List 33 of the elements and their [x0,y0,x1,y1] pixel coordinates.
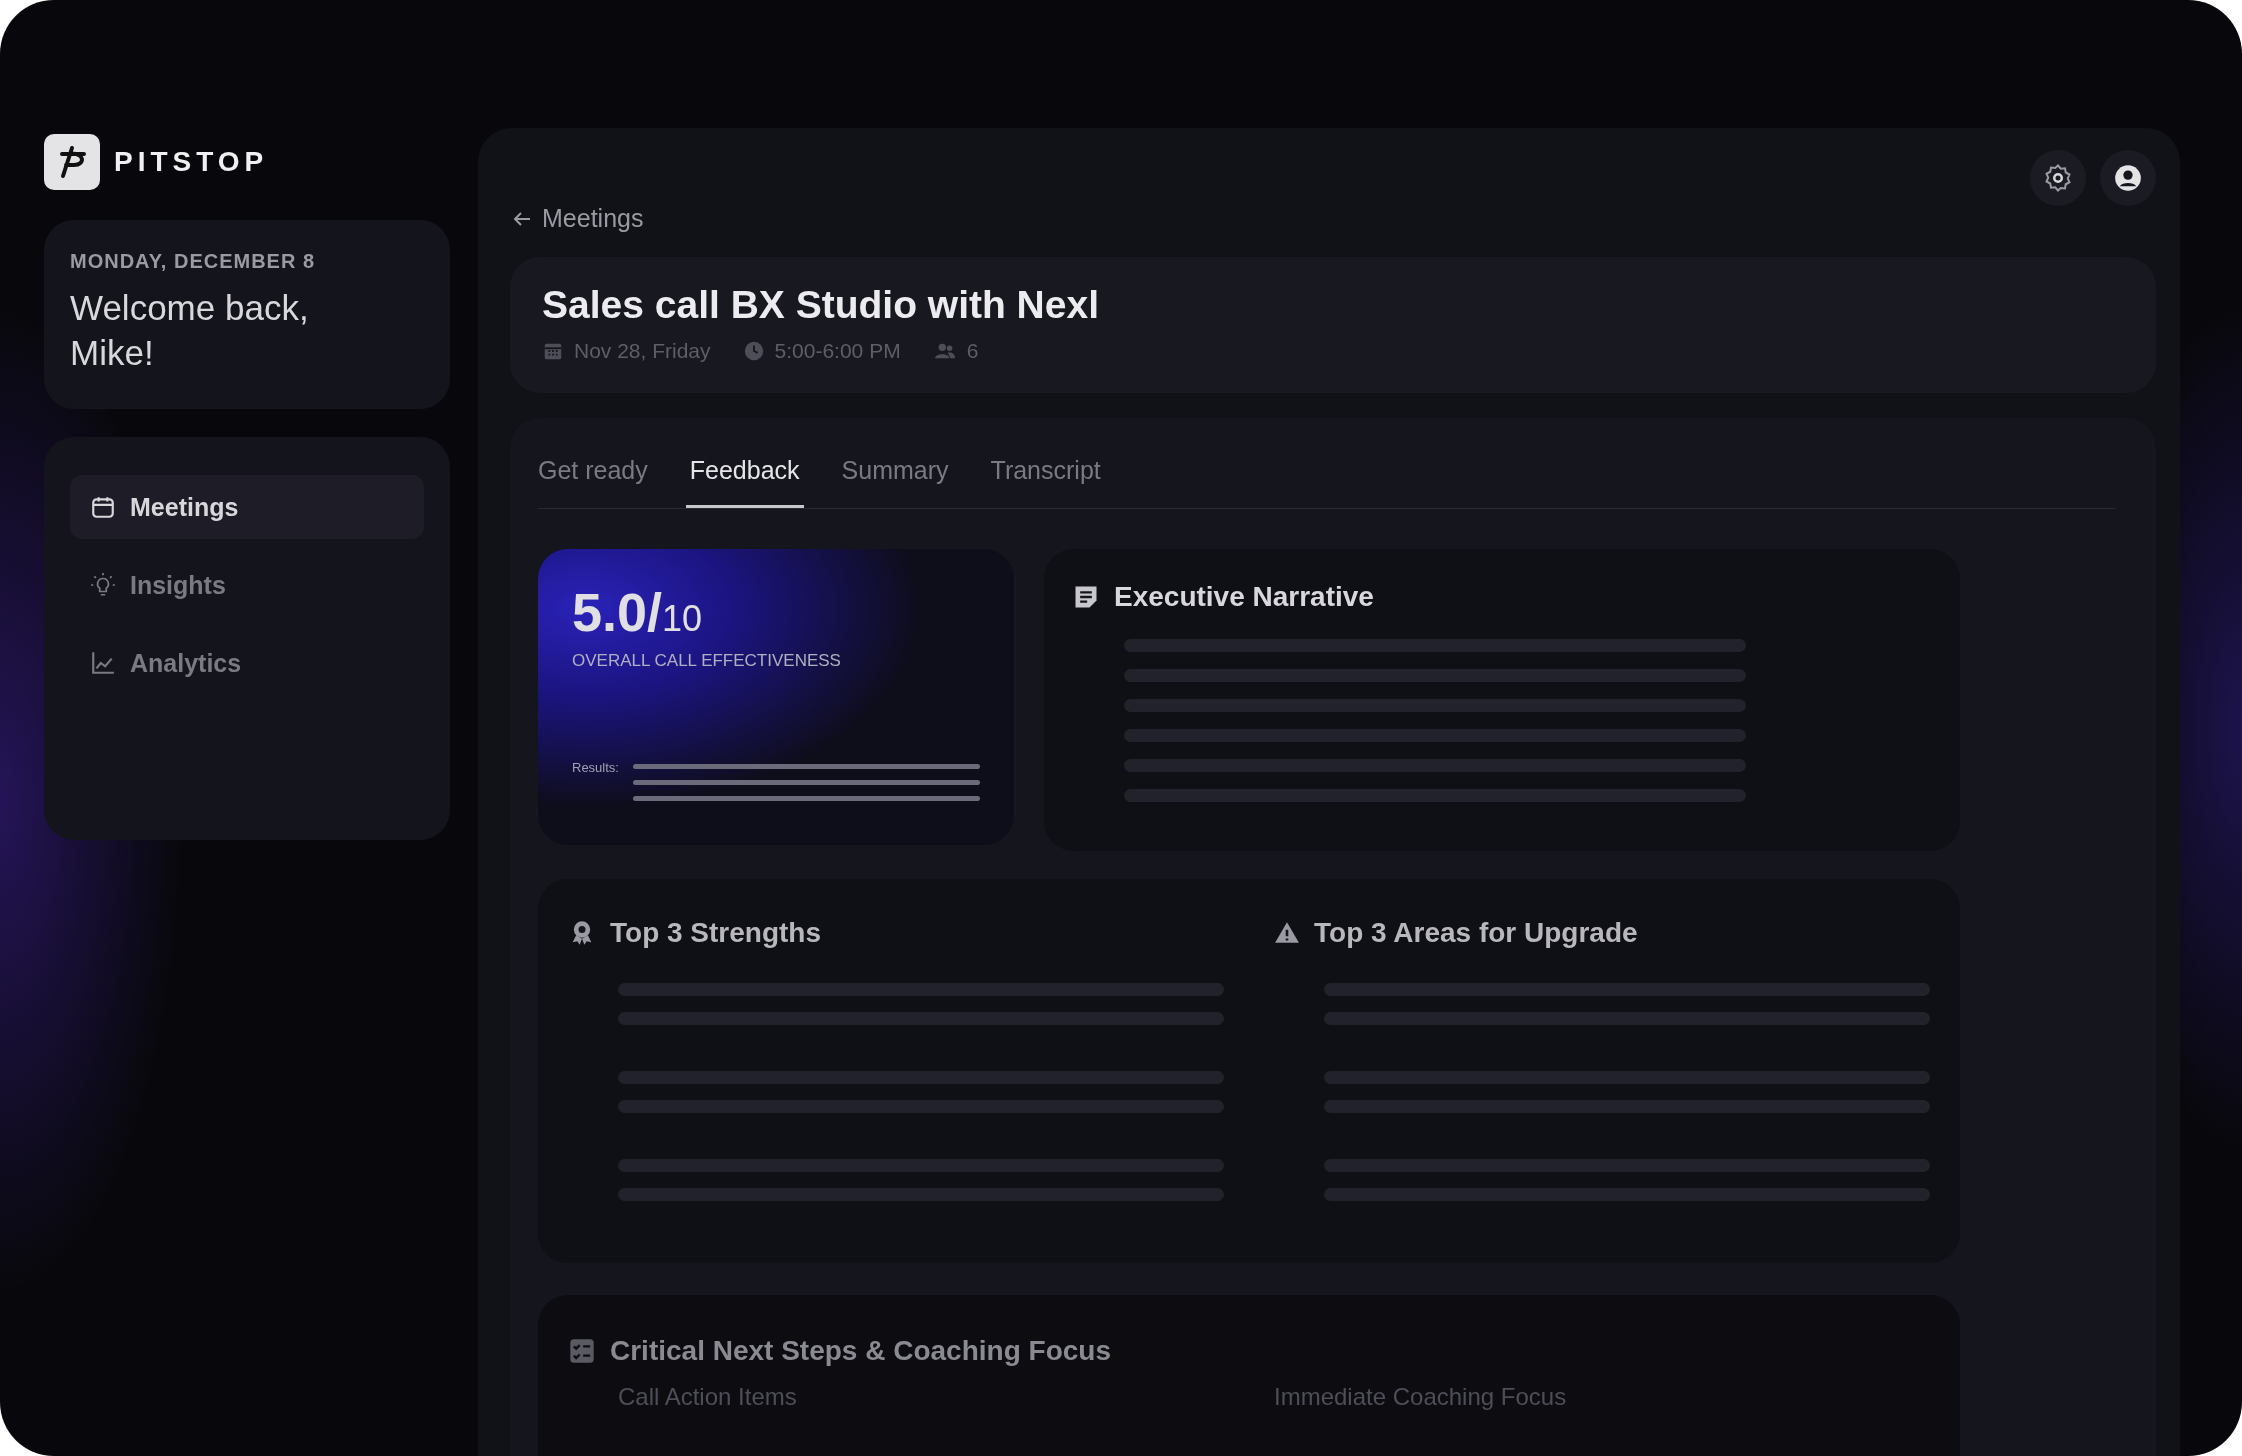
brand-name: PITSTOP [114,146,269,178]
calendar-icon [90,494,116,520]
user-icon [2114,164,2142,192]
section-title: Executive Narrative [1114,581,1374,613]
nav-item[interactable]: Meetings [70,475,424,539]
back-link[interactable]: Meetings [510,204,644,233]
clock-icon [742,340,765,362]
results-label: Results: [572,760,619,777]
section-title: Critical Next Steps & Coaching Focus [610,1335,1111,1367]
meeting-time: 5:00-6:00 PM [774,339,901,363]
tab[interactable]: Transcript [990,456,1101,508]
date-label: MONDAY, DECEMBER 8 [70,250,317,273]
logo-icon [44,134,100,190]
score-value: 5.0/10 [572,585,704,639]
checklist-icon [568,1337,596,1365]
nav-item[interactable]: Analytics [70,631,424,695]
attendee-count: 6 [966,339,979,363]
warning-icon [1274,920,1300,946]
score-label: OVERALL CALL EFFECTIVENESS [572,651,842,671]
column-heading: Call Action Items [618,1383,798,1411]
meeting-title: Sales call BX Studio with Nexl [542,283,1100,327]
welcome-message: Welcome back, Mike! [70,287,310,374]
tab[interactable]: Feedback [685,456,804,508]
tab[interactable]: Summary [841,456,949,508]
settings-icon [2043,163,2073,193]
nav-item[interactable]: Insights [70,553,424,617]
section-title: Top 3 Areas for Upgrade [1314,917,1638,949]
line-chart-icon [90,650,116,676]
section-title: Top 3 Strengths [610,917,822,949]
lightbulb-icon [90,572,116,598]
meeting-date: Nov 28, Friday [574,339,711,363]
column-heading: Immediate Coaching Focus [1274,1383,1568,1411]
tab[interactable]: Get ready [538,456,648,508]
